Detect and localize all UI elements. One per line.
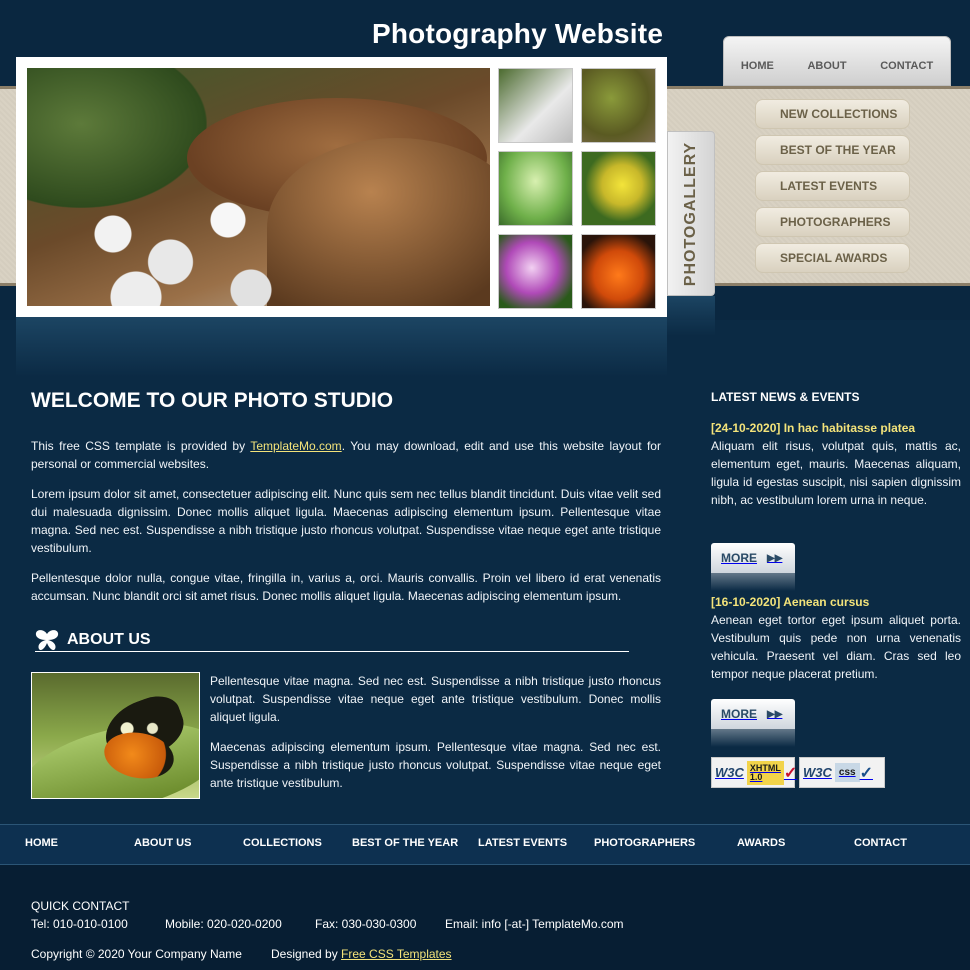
check-icon: ✓ bbox=[859, 764, 873, 782]
footer-nav-best-of-the-year[interactable]: BEST OF THE YEAR bbox=[352, 837, 458, 849]
check-icon: ✓ bbox=[783, 764, 798, 782]
designed-by-label: Designed by bbox=[271, 947, 342, 961]
menu-new-collections[interactable]: NEW COLLECTIONS bbox=[755, 99, 910, 129]
photogallery-tab[interactable]: PHOTOGALLERY bbox=[667, 131, 715, 296]
gallery-frame bbox=[16, 57, 667, 317]
menu-special-awards[interactable]: SPECIAL AWARDS bbox=[755, 243, 910, 273]
css-label: css bbox=[834, 763, 860, 782]
w3c-logo: W3C bbox=[715, 765, 744, 780]
news-item-2-more-button[interactable]: MORE ▶▶ bbox=[711, 699, 795, 729]
news-item-2-body: Aenean eget tortor eget ipsum aliquet po… bbox=[711, 613, 961, 681]
footer-nav-home[interactable]: HOME bbox=[25, 837, 58, 849]
about-paragraph-2: Maecenas adipiscing elementum ipsum. Pel… bbox=[210, 740, 661, 790]
menu-best-of-the-year[interactable]: BEST OF THE YEAR bbox=[755, 135, 910, 165]
free-css-templates-link[interactable]: Free CSS Templates bbox=[341, 947, 452, 961]
news-item-1-body: Aliquam elit risus, volutpat quis, matti… bbox=[711, 439, 961, 507]
templatemo-link[interactable]: TemplateMo.com bbox=[250, 439, 341, 453]
quick-contact-heading: QUICK CONTACT bbox=[31, 899, 130, 913]
xhtml-version: 1.0 bbox=[749, 771, 763, 782]
site-title: Photography Website bbox=[372, 18, 664, 49]
butterfly-icon bbox=[35, 629, 59, 650]
contact-tel: Tel: 010-010-0100 bbox=[31, 917, 128, 931]
welcome-text: This free CSS template is provided by Te… bbox=[31, 437, 661, 617]
xhtml-label: XHTML 1.0 bbox=[746, 760, 784, 785]
top-nav-home[interactable]: HOME bbox=[741, 60, 774, 72]
footer-nav-photographers[interactable]: PHOTOGRAPHERS bbox=[594, 837, 695, 849]
designed-by: Designed by Free CSS Templates bbox=[271, 947, 452, 961]
body-paragraph-3: Pellentesque dolor nulla, congue vitae, … bbox=[31, 571, 661, 603]
bottom-nav: HOME ABOUT US COLLECTIONS BEST OF THE YE… bbox=[0, 824, 970, 865]
top-nav: HOME ABOUT CONTACT bbox=[723, 36, 951, 86]
photo-stones bbox=[67, 178, 297, 306]
news-item-2: [16-10-2020] Aenean cursus Aenean eget t… bbox=[711, 593, 961, 683]
footer-nav-about-us[interactable]: ABOUT US bbox=[134, 837, 191, 849]
thumbnail-grid bbox=[498, 68, 656, 309]
featured-photo[interactable] bbox=[27, 68, 490, 306]
footer-nav-contact[interactable]: CONTACT bbox=[854, 837, 907, 849]
about-heading-label: ABOUT US bbox=[67, 630, 151, 648]
intro-paragraph: This free CSS template is provided by Te… bbox=[31, 437, 661, 473]
contact-fax: Fax: 030-030-0300 bbox=[315, 917, 417, 931]
thumbnail-4[interactable] bbox=[581, 151, 656, 226]
news-heading: LATEST NEWS & EVENTS bbox=[711, 390, 860, 404]
css-validator-badge[interactable]: W3C css ✓ bbox=[799, 757, 885, 788]
thumbnail-3[interactable] bbox=[498, 151, 573, 226]
xhtml-validator-badge[interactable]: W3C XHTML 1.0 ✓ bbox=[711, 757, 798, 788]
category-menu: NEW COLLECTIONS BEST OF THE YEAR LATEST … bbox=[755, 99, 910, 279]
thumbnail-1[interactable] bbox=[498, 68, 573, 143]
photogallery-tab-label: PHOTOGALLERY bbox=[682, 141, 699, 286]
menu-latest-events[interactable]: LATEST EVENTS bbox=[755, 171, 910, 201]
about-paragraph-1: Pellentesque vitae magna. Sed nec est. S… bbox=[210, 674, 661, 724]
thumbnail-5[interactable] bbox=[498, 234, 573, 309]
copyright: Copyright © 2020 Your Company Name bbox=[31, 947, 242, 961]
footer-nav-awards[interactable]: AWARDS bbox=[737, 837, 785, 849]
thumbnail-2[interactable] bbox=[581, 68, 656, 143]
more-label: MORE bbox=[721, 551, 757, 565]
footer-nav-latest-events[interactable]: LATEST EVENTS bbox=[478, 837, 567, 849]
contact-email: Email: info [-at-] TemplateMo.com bbox=[445, 917, 624, 931]
w3c-logo: W3C bbox=[803, 765, 832, 780]
top-nav-contact[interactable]: CONTACT bbox=[880, 60, 933, 72]
body-paragraph-2: Lorem ipsum dolor sit amet, consectetuer… bbox=[31, 487, 661, 555]
news-item-1-more-button[interactable]: MORE ▶▶ bbox=[711, 543, 795, 573]
contact-mobile: Mobile: 020-020-0200 bbox=[165, 917, 282, 931]
news-item-1: [24-10-2020] In hac habitasse platea Ali… bbox=[711, 419, 961, 509]
thumbnail-6[interactable] bbox=[581, 234, 656, 309]
more-reflection bbox=[711, 729, 795, 747]
about-text: Pellentesque vitae magna. Sed nec est. S… bbox=[210, 672, 661, 804]
tab-reflection bbox=[667, 296, 715, 336]
welcome-heading: WELCOME TO OUR PHOTO STUDIO bbox=[31, 389, 394, 412]
gallery-reflection bbox=[16, 317, 667, 377]
more-label: MORE bbox=[721, 707, 757, 721]
double-arrow-icon: ▶▶ bbox=[767, 708, 783, 720]
news-item-1-title: [24-10-2020] In hac habitasse platea bbox=[711, 421, 916, 435]
intro-text: This free CSS template is provided by bbox=[31, 439, 251, 453]
top-nav-about[interactable]: ABOUT bbox=[807, 60, 846, 72]
more-reflection bbox=[711, 573, 795, 591]
footer-nav-collections[interactable]: COLLECTIONS bbox=[243, 837, 322, 849]
menu-photographers[interactable]: PHOTOGRAPHERS bbox=[755, 207, 910, 237]
news-item-2-title: [16-10-2020] Aenean cursus bbox=[711, 595, 870, 609]
butterfly-photo bbox=[31, 672, 200, 799]
double-arrow-icon: ▶▶ bbox=[767, 552, 783, 564]
about-heading: ABOUT US bbox=[35, 628, 629, 652]
